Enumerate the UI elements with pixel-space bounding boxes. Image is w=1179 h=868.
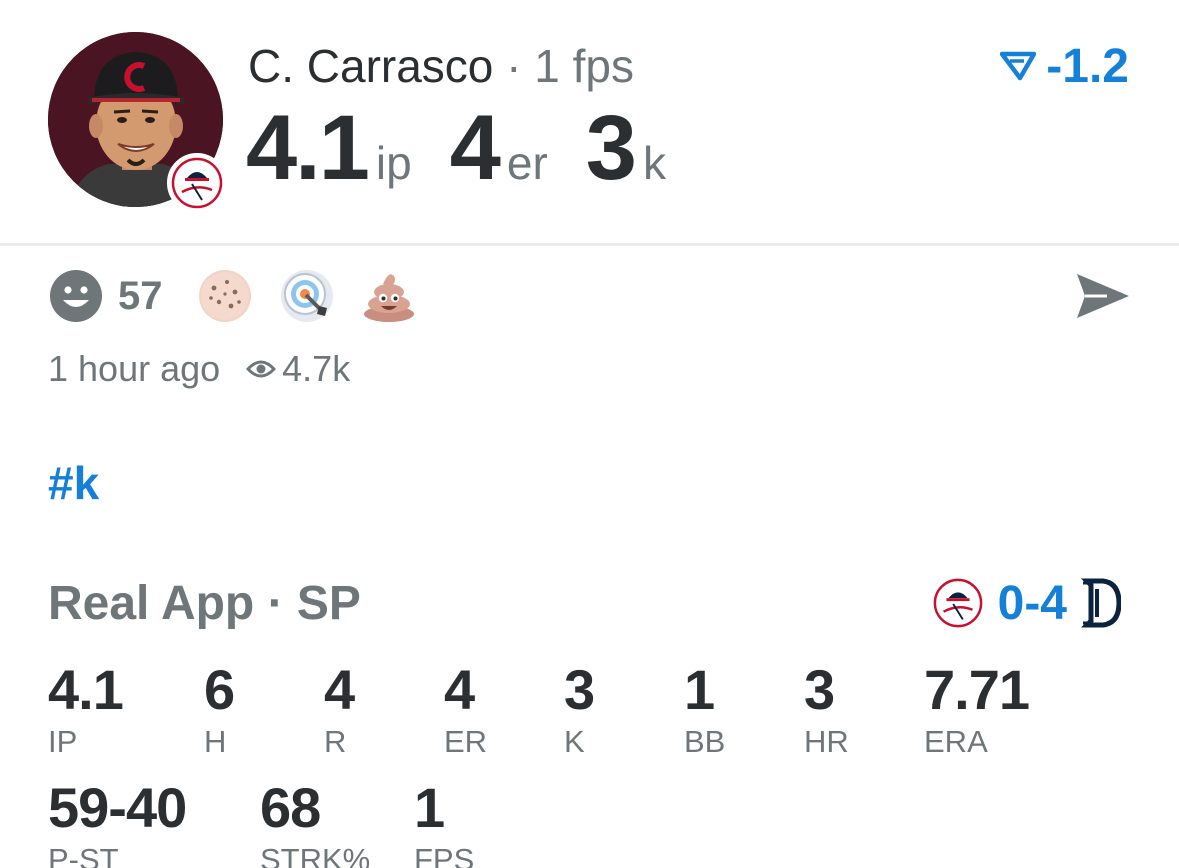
target-emoji[interactable] [279,268,335,324]
fantasy-delta[interactable]: -1.2 [1000,38,1129,94]
stat-value: 4 [444,658,475,721]
yankees-logo [171,157,223,209]
game-score: 0-4 [997,576,1067,630]
stat-label: R [324,724,347,759]
section-divider [0,243,1179,246]
delta-value: -1.2 [1046,39,1129,93]
stat-bb: 1 BB [684,660,725,760]
stat-ip: 4.1 IP [48,658,124,760]
poop-emoji[interactable] [361,268,417,324]
post-time: 1 hour ago [48,348,221,389]
stat-value: 4 [324,658,355,721]
stat-label: P-ST [48,842,119,868]
stat-h: 6 H [204,658,235,760]
stat-label: BB [684,724,726,759]
stat-value: 59-40 [48,776,187,839]
post-meta: 1 hour ago 4.7k [48,346,350,392]
game-line-title: Real App · SP [48,577,361,630]
headline-stats: 4.1 ip 4 er 3 k [246,96,704,200]
player-name-line: C. Carrasco · 1 fps [248,38,634,94]
dfs-logo-icon [1000,51,1037,81]
player-name[interactable]: C. Carrasco [248,40,493,92]
headline-k-unit: k [642,137,666,189]
stat-label: ERA [924,724,988,759]
stat-label: STRK% [260,842,371,868]
headline-k-value: 3 [585,97,637,199]
stat-pitches-strikes: 59-40 P-ST [48,776,187,868]
cookie-emoji[interactable] [197,268,253,324]
smiley-icon[interactable] [48,268,104,324]
matchup[interactable]: 0-4 [932,572,1121,634]
stat-k: 3 K [564,658,595,760]
team-badge [167,153,227,213]
stat-label: HR [804,724,849,759]
headline-er-value: 4 [449,97,501,199]
view-count-value: 4.7k [282,348,351,389]
stat-value: 3 [804,658,835,721]
stat-value: 6 [204,658,235,721]
stat-strike-pct: 68 STRK% [260,778,370,868]
yankees-logo [933,578,982,628]
stat-label: ER [444,724,488,759]
stat-value: 4.1 [48,658,124,721]
stat-label: K [564,724,585,759]
headline-ip-value: 4.1 [246,97,370,199]
stat-value: 7.71 [924,658,1030,721]
hashtag-link[interactable]: #k [48,456,99,510]
stat-r: 4 R [324,658,355,760]
send-icon[interactable] [1075,270,1131,322]
name-separator: · [506,40,522,92]
player-fps: 1 fps [534,40,635,92]
reaction-bar: 57 [48,268,443,324]
stat-label: IP [48,724,78,759]
stat-era: 7.71 ERA [924,658,1030,760]
stat-label: H [204,724,227,759]
eye-icon [246,360,277,378]
headline-ip-unit: ip [375,137,412,189]
headline-er-unit: er [506,137,548,189]
stat-value: 1 [684,658,715,721]
stat-value: 68 [260,776,321,839]
stat-value: 1 [414,776,445,839]
tigers-logo [1081,578,1121,628]
reaction-count[interactable]: 57 [118,274,163,319]
stat-hr: 3 HR [804,660,849,760]
view-count: 4.7k [246,348,350,390]
stat-fps: 1 FPS [414,778,474,868]
stat-label: FPS [414,842,475,868]
stat-value: 3 [564,658,595,721]
stat-er: 4 ER [444,660,487,760]
